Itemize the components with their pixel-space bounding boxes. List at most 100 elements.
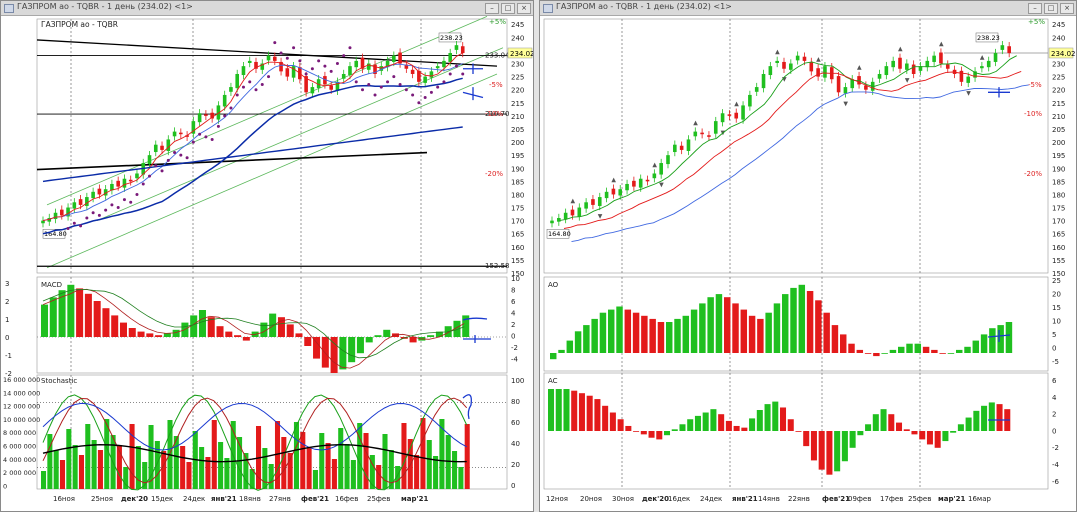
candle-body bbox=[843, 87, 848, 94]
candle-body bbox=[734, 112, 739, 119]
candle-body bbox=[241, 66, 246, 76]
volume-tick: 10 000 000 bbox=[3, 416, 40, 424]
sar-dot bbox=[216, 124, 220, 128]
candle-body bbox=[563, 212, 568, 220]
last-price-label: 234.02 bbox=[510, 50, 533, 58]
close-icon[interactable]: × bbox=[1060, 3, 1074, 14]
ao-bar bbox=[815, 300, 822, 353]
minimize-icon[interactable]: – bbox=[1028, 3, 1042, 14]
pct-label: -5% bbox=[1028, 81, 1042, 89]
candle-body bbox=[85, 197, 89, 206]
candle-body bbox=[679, 145, 684, 150]
sar-dot bbox=[298, 59, 302, 63]
price-axis-tick: 205 bbox=[511, 126, 524, 134]
volume-bar bbox=[59, 460, 66, 489]
sar-dot bbox=[367, 82, 371, 86]
ao-bar bbox=[591, 318, 598, 353]
macd-bar bbox=[155, 335, 163, 337]
volume-bar bbox=[211, 420, 217, 489]
macd-bar bbox=[137, 331, 145, 337]
macd-bar bbox=[146, 333, 154, 337]
sar-dot bbox=[373, 93, 377, 97]
maximize-icon[interactable]: □ bbox=[1044, 3, 1058, 14]
macd-bar bbox=[356, 337, 364, 354]
volume-bar bbox=[452, 451, 458, 489]
candle-body bbox=[550, 220, 554, 224]
left-chart-canvas[interactable]: 2452402352302252202152102052001951901851… bbox=[1, 15, 533, 511]
ac-bar bbox=[617, 419, 624, 431]
ao-bar bbox=[715, 294, 723, 353]
ac-bar bbox=[633, 431, 640, 432]
ao-label: AO bbox=[548, 281, 559, 289]
candle-body bbox=[836, 76, 841, 93]
candle-body bbox=[652, 173, 657, 179]
ac-bar bbox=[586, 395, 593, 431]
candle-body bbox=[693, 131, 698, 137]
ac-bar bbox=[563, 389, 570, 431]
macd-right-tick: 2 bbox=[511, 321, 515, 329]
macd-right-tick: 4 bbox=[511, 310, 516, 318]
macd-bar bbox=[348, 337, 356, 363]
fractal-down-icon: ▼ bbox=[905, 77, 910, 84]
candle-body bbox=[768, 66, 773, 76]
candle-body bbox=[423, 76, 427, 83]
ao-bar bbox=[740, 309, 748, 353]
volume-bar bbox=[135, 446, 141, 489]
macd-bar bbox=[76, 288, 84, 337]
ac-bar bbox=[888, 414, 895, 431]
candle-body bbox=[707, 135, 711, 137]
ao-bar bbox=[574, 331, 582, 353]
sar-dot bbox=[442, 80, 446, 84]
ac-bar bbox=[896, 422, 903, 431]
volume-bar bbox=[91, 440, 97, 489]
macd-bar bbox=[84, 293, 92, 337]
right-window-titlebar[interactable]: ГАЗПРОМ ао - TQBR - 1 день (234.02) <1> … bbox=[540, 1, 1076, 16]
candle-body bbox=[78, 199, 83, 205]
window-controls: – □ × bbox=[1028, 3, 1074, 14]
left-window-titlebar[interactable]: ГАЗПРОМ ао - TQBR - 1 день (234.02) <1> … bbox=[1, 1, 533, 16]
candle-body bbox=[891, 60, 895, 68]
ac-tick: -6 bbox=[1052, 478, 1060, 486]
price-axis-tick: 245 bbox=[511, 21, 524, 29]
close-icon[interactable]: × bbox=[517, 3, 531, 14]
macd-bar bbox=[41, 304, 49, 337]
sar-dot bbox=[454, 64, 458, 68]
sar-dot bbox=[191, 140, 195, 144]
x-axis-label: фев'21 bbox=[822, 495, 850, 503]
candle-body bbox=[741, 105, 745, 120]
sar-dot bbox=[417, 101, 421, 105]
ac-label: AC bbox=[548, 377, 558, 385]
ac-bar bbox=[795, 431, 802, 432]
ac-bar bbox=[996, 404, 1003, 431]
candle-body bbox=[460, 46, 465, 54]
ac-bar bbox=[594, 399, 601, 431]
ao-bar bbox=[939, 353, 946, 354]
ao-tick: 10 bbox=[1052, 318, 1061, 326]
right-chart-canvas[interactable]: 2452402352302252202152102052001951901851… bbox=[540, 15, 1076, 511]
ac-bar bbox=[942, 431, 949, 442]
left-chart-window[interactable]: ГАЗПРОМ ао - TQBR - 1 день (234.02) <1> … bbox=[0, 0, 534, 512]
price-axis-tick: 160 bbox=[1052, 244, 1065, 252]
ao-bar bbox=[790, 287, 797, 353]
candle-body bbox=[686, 139, 691, 151]
sar-dot bbox=[317, 59, 321, 63]
candle-body bbox=[147, 155, 152, 165]
candle-body bbox=[59, 209, 64, 216]
candle-body bbox=[172, 131, 177, 137]
ac-tick: 6 bbox=[1052, 377, 1057, 385]
maximize-icon[interactable]: □ bbox=[501, 3, 515, 14]
macd-bar bbox=[427, 335, 435, 337]
ac-bar bbox=[857, 431, 864, 436]
price-axis-tick: 200 bbox=[511, 139, 524, 147]
candle-body bbox=[625, 183, 629, 191]
macd-bar bbox=[128, 328, 136, 337]
minimize-icon[interactable]: – bbox=[485, 3, 499, 14]
ao-bar bbox=[964, 346, 971, 353]
candle-body bbox=[727, 114, 732, 116]
volume-bar bbox=[41, 471, 47, 489]
candle-body bbox=[160, 145, 164, 150]
ao-bar bbox=[898, 346, 905, 353]
sar-dot bbox=[411, 93, 415, 97]
sar-dot bbox=[248, 80, 252, 84]
right-chart-window[interactable]: ГАЗПРОМ ао - TQBR - 1 день (234.02) <1> … bbox=[539, 0, 1077, 512]
